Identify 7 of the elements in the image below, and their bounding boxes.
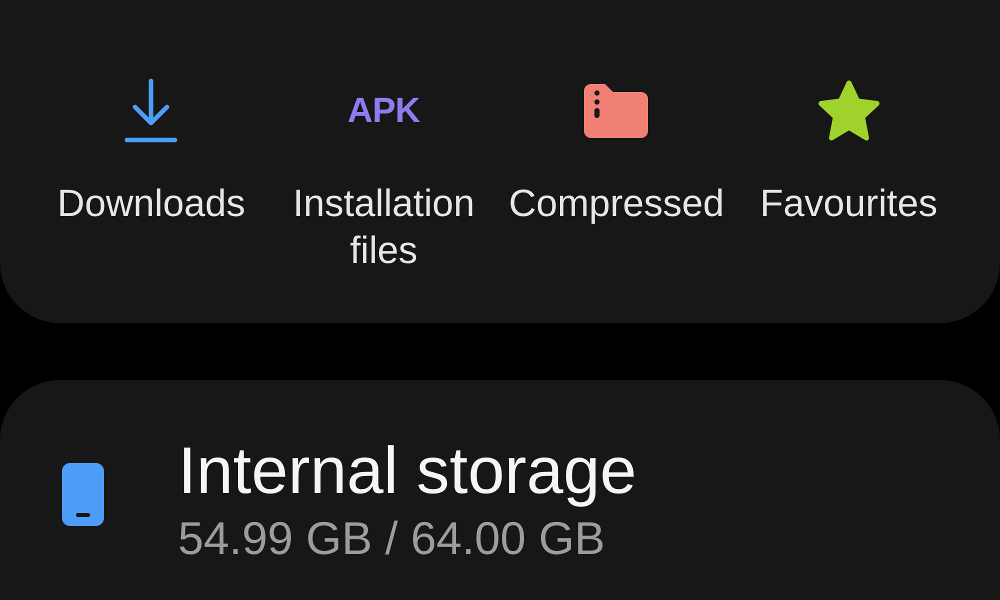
category-button[interactable]: Downloads bbox=[35, 77, 268, 275]
apk-icon: APK bbox=[348, 91, 420, 131]
category-button[interactable]: Compressed bbox=[500, 77, 732, 275]
storage-usage: 54.99 GB / 64.00 GB bbox=[178, 511, 606, 566]
storage-title: Internal storage bbox=[178, 432, 637, 509]
category-button[interactable]: APK Installation files bbox=[268, 77, 500, 275]
category-button[interactable]: Favourites bbox=[732, 77, 965, 275]
